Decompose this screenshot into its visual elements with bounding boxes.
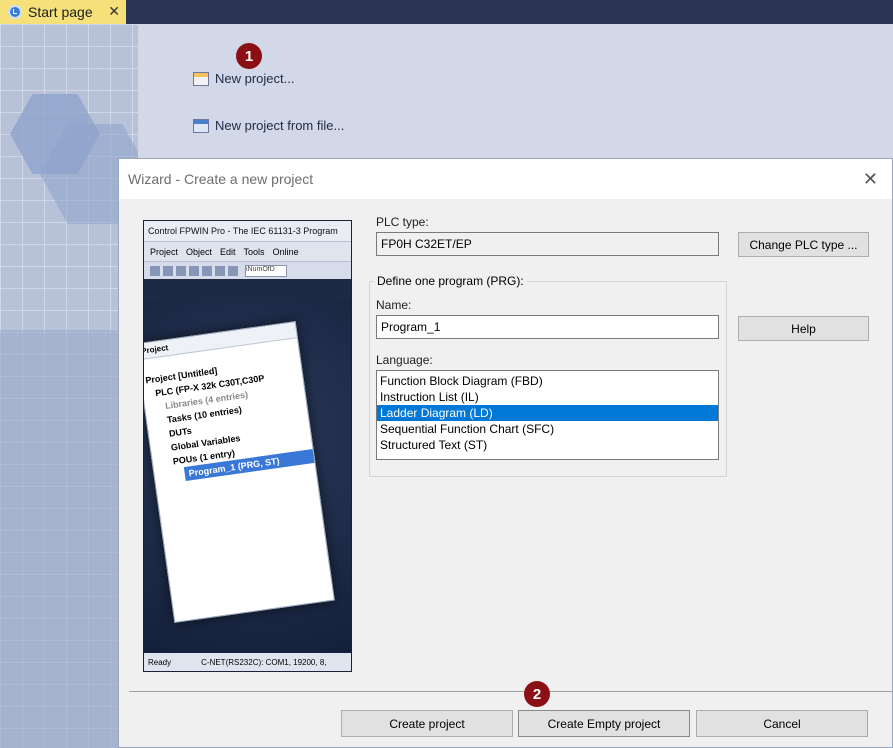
start-page-decoration-lower (0, 330, 118, 748)
dialog-separator (129, 691, 892, 692)
step-badge-2: 2 (524, 681, 550, 707)
close-tab-icon[interactable]: ✕ (108, 3, 120, 20)
plc-type-field: FP0H C32ET/EP (376, 232, 719, 256)
step-badge-1: 1 (236, 43, 262, 69)
project-preview-image: Control FPWIN Pro - The IEC 61131-3 Prog… (143, 220, 352, 672)
toolbar-icon (150, 265, 160, 276)
create-empty-project-button[interactable]: Create Empty project (518, 710, 690, 737)
close-icon[interactable]: ✕ (863, 169, 878, 190)
preview-menu-item: Project (150, 246, 179, 257)
language-listbox[interactable]: Function Block Diagram (FBD) Instruction… (376, 370, 719, 460)
language-label: Language: (376, 353, 433, 367)
define-program-legend: Define one program (PRG): (374, 274, 527, 288)
preview-titlebar: Control FPWIN Pro - The IEC 61131-3 Prog… (144, 221, 351, 241)
preview-toolbar: iNumOfD (144, 261, 351, 279)
preview-status-right: C-NET(RS232C): COM1, 19200, 8, (201, 657, 327, 667)
preview-menu-item: Edit (220, 246, 236, 257)
language-option-sfc[interactable]: Sequential Function Chart (SFC) (377, 421, 718, 437)
preview-toolbar-input: iNumOfD (245, 264, 287, 277)
language-option-il[interactable]: Instruction List (IL) (377, 389, 718, 405)
help-button[interactable]: Help (738, 316, 869, 341)
toolbar-icon (202, 265, 212, 276)
new-project-label: New project... (215, 71, 295, 86)
preview-menu-item: Object (186, 246, 213, 257)
program-name-input[interactable] (376, 315, 719, 339)
plc-type-label: PLC type: (376, 215, 429, 229)
preview-menubar: Project Object Edit Tools Online (144, 241, 351, 261)
cancel-button[interactable]: Cancel (696, 710, 868, 737)
change-plc-type-button[interactable]: Change PLC type ... (738, 232, 869, 257)
create-project-button[interactable]: Create project (341, 710, 513, 737)
toolbar-icon (215, 265, 225, 276)
preview-statusbar: Ready C-NET(RS232C): COM1, 19200, 8, (144, 653, 351, 671)
preview-status-left: Ready (148, 657, 172, 667)
new-project-from-file-label: New project from file... (215, 118, 345, 133)
toolbar-icon (228, 265, 238, 276)
wizard-dialog: Wizard - Create a new project ✕ Control … (118, 158, 893, 748)
toolbar-icon (176, 265, 186, 276)
language-option-ld[interactable]: Ladder Diagram (LD) (377, 405, 718, 421)
preview-menu-item: Online (272, 246, 299, 257)
toolbar-icon (189, 265, 199, 276)
new-project-link[interactable]: New project... (193, 71, 294, 86)
document-tab-strip: Start page ✕ (0, 0, 893, 24)
language-option-st[interactable]: Structured Text (ST) (377, 437, 718, 453)
dialog-titlebar: Wizard - Create a new project ✕ (119, 159, 892, 199)
preview-menu-item: Tools (243, 246, 265, 257)
tab-start-page[interactable]: Start page ✕ (0, 0, 126, 24)
dialog-title: Wizard - Create a new project (128, 171, 314, 187)
tab-label: Start page (28, 4, 93, 20)
new-project-from-file-icon (193, 118, 209, 133)
toolbar-icon (163, 265, 173, 276)
new-project-from-file-link[interactable]: New project from file... (193, 118, 344, 133)
name-label: Name: (376, 298, 412, 312)
language-option-fbd[interactable]: Function Block Diagram (FBD) (377, 373, 718, 389)
new-project-icon (193, 71, 209, 86)
start-page-icon (8, 5, 22, 19)
